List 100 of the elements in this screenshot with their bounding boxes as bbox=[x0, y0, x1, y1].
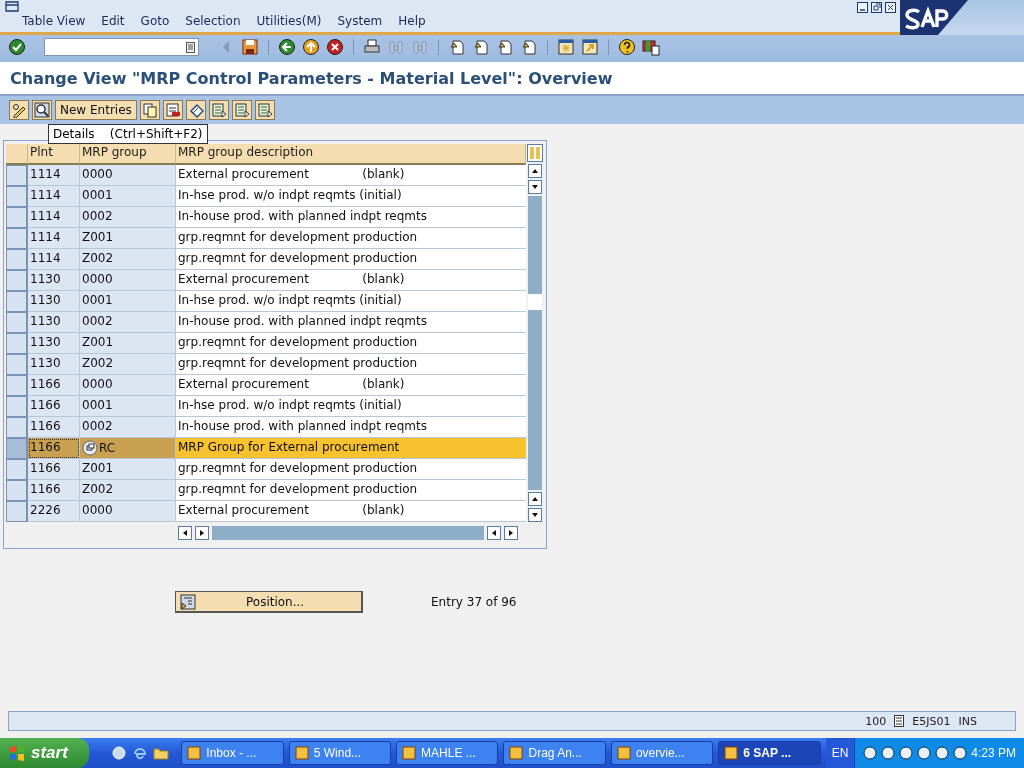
table-cell: External procurement (blank) bbox=[176, 270, 526, 291]
close-icon[interactable] bbox=[885, 2, 896, 13]
table-cell: grp.reqmnt for development production bbox=[176, 480, 526, 501]
command-field[interactable] bbox=[44, 38, 199, 56]
menu-item[interactable]: Table View bbox=[22, 14, 86, 28]
new-window-icon[interactable] bbox=[557, 38, 575, 56]
table-cell: 1130 bbox=[28, 333, 80, 354]
menu-item[interactable]: Utilities(M) bbox=[256, 14, 322, 28]
scrollbar-thumb[interactable] bbox=[528, 294, 542, 310]
table-cell: 1166 bbox=[28, 396, 80, 417]
table-cell: 0001 bbox=[80, 291, 176, 312]
window-menu-icon[interactable] bbox=[5, 1, 19, 12]
table-cell: Z001 bbox=[80, 333, 176, 354]
language-indicator[interactable]: EN bbox=[825, 738, 855, 768]
table-cell: 1114 bbox=[28, 186, 80, 207]
table-cell: 0000 bbox=[80, 165, 176, 186]
shortcut-icon[interactable] bbox=[581, 38, 599, 56]
table-cell: 0000 bbox=[80, 501, 176, 522]
taskbar-button[interactable]: 6 SAP ... bbox=[718, 741, 821, 765]
menu-item[interactable]: Help bbox=[398, 14, 426, 28]
column-header[interactable]: MRP group description bbox=[176, 144, 526, 165]
minimize-icon[interactable] bbox=[857, 2, 868, 13]
restore-icon[interactable] bbox=[871, 2, 882, 13]
table-cell: Z002 bbox=[80, 354, 176, 375]
browser-icon[interactable] bbox=[132, 745, 149, 761]
menu-item[interactable]: System bbox=[337, 14, 383, 28]
status-field: INS bbox=[958, 714, 977, 728]
back-icon[interactable] bbox=[278, 38, 296, 56]
column-header[interactable]: Plnt bbox=[28, 144, 80, 165]
position-button[interactable]: Position... bbox=[175, 591, 363, 613]
lf-scroll-icon[interactable] bbox=[178, 526, 192, 540]
table-cell: In-house prod. with planned indpt reqmts bbox=[176, 417, 526, 438]
cancel-icon[interactable] bbox=[326, 38, 344, 56]
system-info-icon[interactable] bbox=[894, 715, 905, 727]
pencil-glasses-icon[interactable] bbox=[11, 102, 27, 118]
table-cell: External procurement (blank) bbox=[176, 375, 526, 396]
table-cell: grp.reqmnt for development production bbox=[176, 249, 526, 270]
menu-item[interactable]: Goto bbox=[140, 14, 170, 28]
copy-icon[interactable] bbox=[141, 102, 158, 118]
taskbar-button[interactable]: Inbox - ... bbox=[181, 741, 284, 765]
up-scroll-icon[interactable] bbox=[528, 492, 542, 506]
table-cell: 1166 bbox=[28, 480, 80, 501]
table-cell: 1130 bbox=[28, 270, 80, 291]
menu-item[interactable]: Edit bbox=[101, 14, 125, 28]
rt-scroll-icon[interactable] bbox=[195, 526, 209, 540]
table-cell: 0001 bbox=[80, 186, 176, 207]
windows-flag-icon bbox=[8, 744, 26, 762]
delete-row-icon[interactable] bbox=[164, 102, 181, 118]
status-field: E5JS01 bbox=[912, 714, 951, 728]
help-icon[interactable] bbox=[618, 38, 636, 56]
dn-scroll-icon[interactable] bbox=[528, 180, 542, 194]
table-cell: 0000 bbox=[80, 375, 176, 396]
table-cell: 2226 bbox=[28, 501, 80, 522]
table-cell: 0002 bbox=[80, 417, 176, 438]
table-cell: 1166 bbox=[28, 459, 80, 480]
up-scroll-icon[interactable] bbox=[528, 164, 542, 178]
dn-scroll-icon[interactable] bbox=[528, 508, 542, 522]
tooltip: Details (Ctrl+Shift+F2) bbox=[48, 124, 208, 144]
table-cell: Z002 bbox=[80, 480, 176, 501]
dropdown-list-icon[interactable] bbox=[186, 41, 195, 53]
column-settings-icon[interactable] bbox=[527, 144, 543, 162]
save-icon[interactable] bbox=[241, 38, 259, 56]
entry-count: Entry 37 of 96 bbox=[431, 595, 517, 609]
column-header[interactable]: MRP group bbox=[80, 144, 176, 165]
taskbar-button[interactable]: 5 Wind... bbox=[288, 741, 392, 765]
table-cell: In-hse prod. w/o indpt reqmts (initial) bbox=[176, 186, 526, 207]
scrollbar-track[interactable] bbox=[528, 196, 542, 490]
drag-cursor-icon bbox=[82, 440, 98, 456]
magnifier-icon[interactable] bbox=[34, 102, 50, 118]
table-cell: In-house prod. with planned indpt reqmts bbox=[176, 207, 526, 228]
clock: 4:23 PM bbox=[971, 746, 1017, 760]
folder-icon[interactable] bbox=[153, 745, 170, 761]
layout-icon[interactable] bbox=[642, 38, 660, 56]
scrollbar-track[interactable] bbox=[212, 526, 484, 540]
print-icon[interactable] bbox=[363, 38, 381, 56]
table-cell: In-house prod. with planned indpt reqmts bbox=[176, 312, 526, 333]
rt-scroll-icon[interactable] bbox=[504, 526, 518, 540]
table-cell: MRP Group for External procurement bbox=[176, 438, 526, 459]
enter-icon[interactable] bbox=[8, 38, 26, 56]
table-cell: External procurement (blank) bbox=[176, 501, 526, 522]
table-cell: Z002 bbox=[80, 249, 176, 270]
table-cell: External procurement (blank) bbox=[176, 165, 526, 186]
menu-item[interactable]: Selection bbox=[185, 14, 241, 28]
taskbar-button[interactable]: overvie... bbox=[610, 741, 714, 765]
taskbar-button[interactable]: MAHLE ... bbox=[396, 741, 499, 765]
window-icon bbox=[509, 746, 524, 760]
new-entries-button[interactable]: New Entries bbox=[55, 100, 137, 120]
table-cell: 1166 bbox=[28, 375, 80, 396]
window-icon bbox=[187, 746, 202, 760]
table-cell: 1166 bbox=[28, 438, 80, 459]
screen-title: Change View "MRP Control Parameters - Material Level": Overview bbox=[9, 68, 613, 88]
table-cell: In-hse prod. w/o indpt reqmts (initial) bbox=[176, 396, 526, 417]
lf-scroll-icon[interactable] bbox=[487, 526, 501, 540]
table-cell: grp.reqmnt for development production bbox=[176, 354, 526, 375]
window-icon bbox=[294, 746, 309, 760]
taskbar-button[interactable]: Drag An... bbox=[503, 741, 606, 765]
select-all-cell[interactable] bbox=[6, 144, 28, 165]
table-cell: RC bbox=[99, 441, 116, 455]
window-icon bbox=[724, 746, 739, 760]
table-cell: 1114 bbox=[28, 165, 80, 186]
